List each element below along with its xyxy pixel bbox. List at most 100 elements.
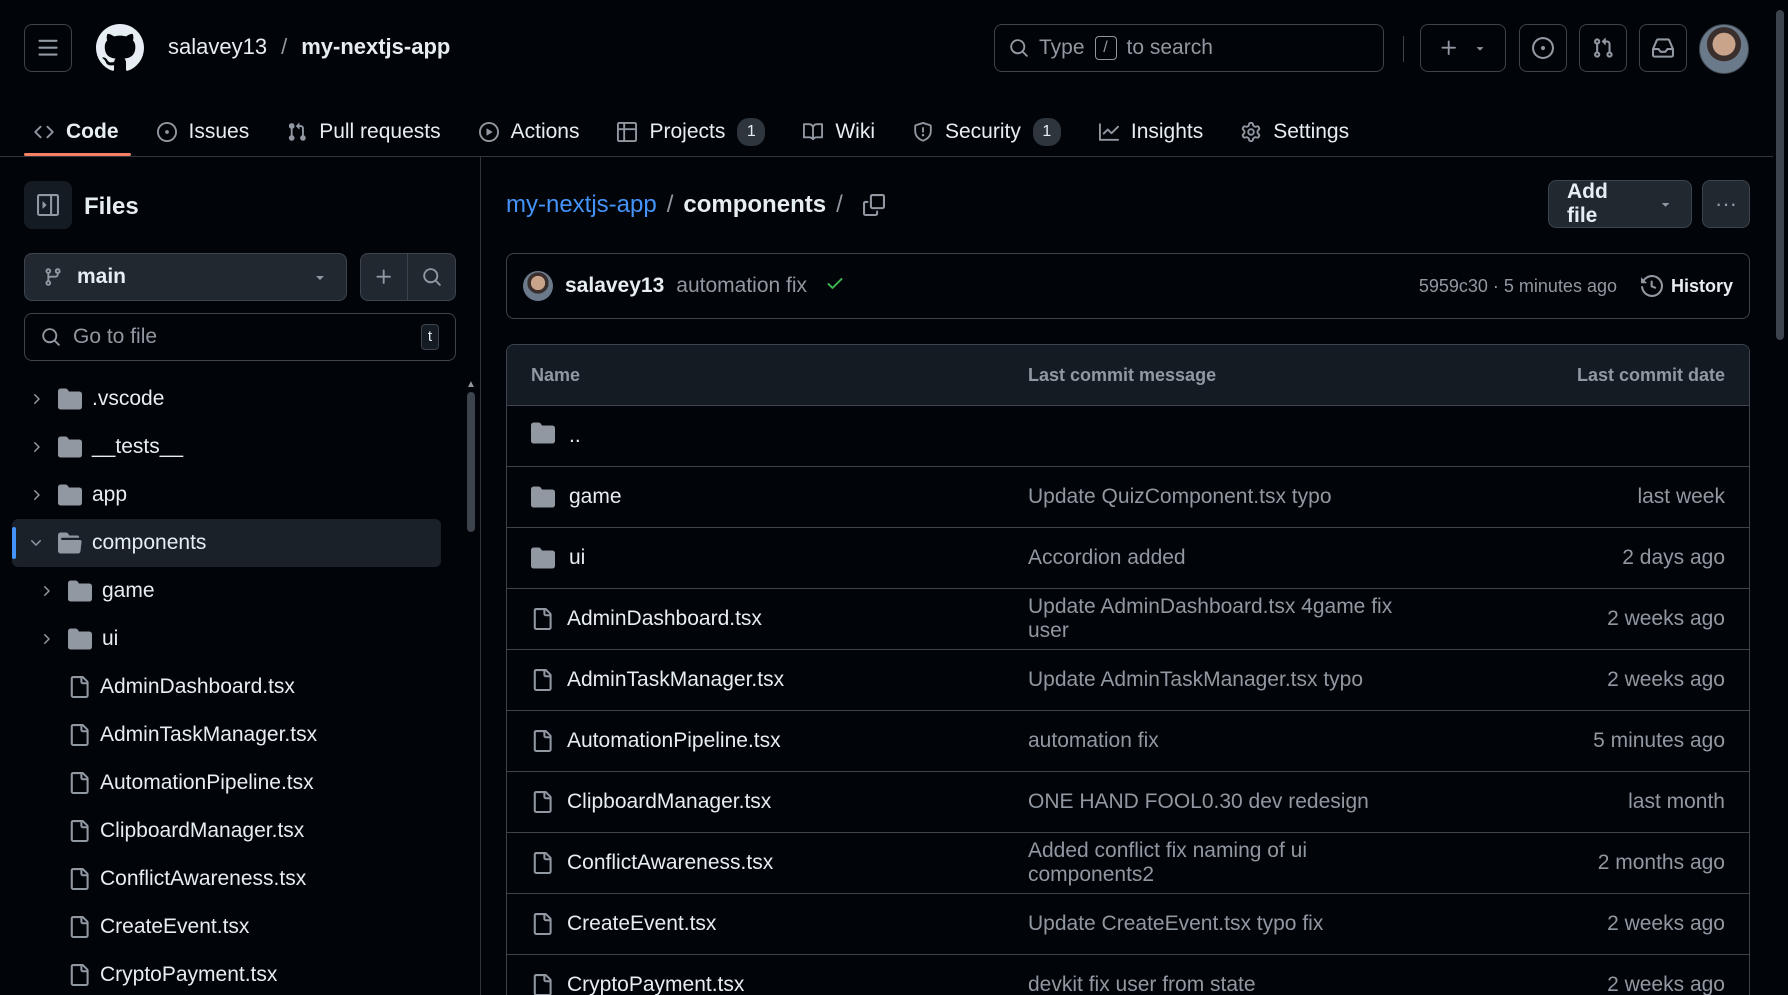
tree-folder-item[interactable]: .vscode: [0, 375, 460, 423]
tree-file-item[interactable]: CreateEvent.tsx: [0, 903, 460, 951]
commit-message-link[interactable]: Update QuizComponent.tsx typo: [1028, 485, 1425, 509]
collapse-sidebar-button[interactable]: [24, 181, 72, 229]
page-scrollbar-thumb[interactable]: [1776, 10, 1784, 340]
commit-message-link[interactable]: Added conflict fix naming of ui componen…: [1028, 839, 1425, 887]
kebab-horizontal-icon: ···: [1715, 191, 1737, 216]
history-button[interactable]: History: [1640, 275, 1733, 297]
file-icon: [531, 974, 553, 995]
row-name-cell: ClipboardManager.tsx: [531, 790, 1028, 814]
file-link[interactable]: ConflictAwareness.tsx: [567, 851, 773, 875]
file-link[interactable]: AdminTaskManager.tsx: [567, 668, 784, 692]
tree-action-buttons: [360, 253, 456, 301]
tree-item-label: CryptoPayment.tsx: [100, 963, 278, 986]
table-row: AutomationPipeline.tsx automation fix 5 mi…: [507, 711, 1749, 772]
tab-wiki[interactable]: Wiki: [803, 100, 875, 156]
commit-message-link[interactable]: Update CreateEvent.tsx typo fix: [1028, 912, 1425, 936]
search-input[interactable]: Type / to search: [994, 24, 1384, 72]
row-name-cell: AutomationPipeline.tsx: [531, 729, 1028, 753]
your-pull-requests-button[interactable]: [1579, 24, 1627, 72]
repo-owner-link[interactable]: salavey13: [168, 34, 267, 60]
tab-pull-requests[interactable]: Pull requests: [287, 100, 441, 156]
parent-directory-row[interactable]: ..: [507, 406, 1749, 467]
chevron-right-icon[interactable]: [26, 487, 46, 503]
tree-folder-item[interactable]: components: [12, 519, 441, 567]
tab-insights[interactable]: Insights: [1098, 100, 1204, 156]
add-file-icon-button[interactable]: [361, 254, 409, 300]
issue-opened-icon: [1532, 37, 1554, 59]
file-link[interactable]: AdminDashboard.tsx: [567, 607, 762, 631]
menu-button[interactable]: [24, 24, 72, 72]
user-avatar[interactable]: [1699, 24, 1749, 74]
search-icon: [1010, 39, 1028, 57]
chevron-right-icon[interactable]: [26, 439, 46, 455]
file-icon: [68, 724, 90, 746]
tree-folder-item[interactable]: ui: [0, 615, 460, 663]
commit-hash-and-time[interactable]: 5959c30 · 5 minutes ago: [1419, 276, 1617, 297]
folder-link[interactable]: ui: [569, 546, 585, 570]
tree-folder-item[interactable]: app: [0, 471, 460, 519]
breadcrumb-repo-link[interactable]: my-nextjs-app: [506, 191, 657, 219]
go-to-file-input[interactable]: Go to file t: [24, 313, 456, 361]
branch-selector[interactable]: main: [24, 253, 347, 301]
page-scrollbar[interactable]: [1773, 0, 1788, 995]
commit-message-link[interactable]: ONE HAND FOOL0.30 dev redesign: [1028, 790, 1425, 814]
notifications-button[interactable]: [1639, 24, 1687, 72]
search-files-button[interactable]: [408, 254, 455, 300]
chevron-right-icon[interactable]: [36, 631, 56, 647]
commit-date: 5 minutes ago: [1593, 729, 1725, 752]
tree-folder-item[interactable]: __tests__: [0, 423, 460, 471]
tree-file-item[interactable]: ClipboardManager.tsx: [0, 807, 460, 855]
tree-file-item[interactable]: AdminTaskManager.tsx: [0, 711, 460, 759]
tree-folder-item[interactable]: game: [0, 567, 460, 615]
folder-link[interactable]: game: [569, 485, 622, 509]
commit-message[interactable]: automation fix: [676, 274, 807, 298]
scroll-up-arrow-icon[interactable]: ▲: [466, 379, 476, 390]
inbox-icon: [1652, 38, 1674, 58]
chevron-right-icon[interactable]: [26, 391, 46, 407]
tab-actions[interactable]: Actions: [478, 100, 579, 156]
repo-name-link[interactable]: my-nextjs-app: [301, 34, 450, 60]
more-options-button[interactable]: ···: [1702, 180, 1750, 228]
commit-message-link[interactable]: Update AdminDashboard.tsx 4game fix user: [1028, 595, 1425, 643]
tab-security[interactable]: Security 1: [913, 100, 1061, 156]
tree-scrollbar-thumb[interactable]: [467, 392, 475, 532]
tree-file-item[interactable]: ConflictAwareness.tsx: [0, 855, 460, 903]
file-link[interactable]: CryptoPayment.tsx: [567, 973, 744, 995]
history-label: History: [1670, 275, 1733, 296]
parent-directory-link[interactable]: ..: [569, 424, 581, 448]
tab-insights-label: Insights: [1130, 120, 1204, 143]
github-logo-icon[interactable]: [95, 24, 144, 72]
code-icon: [34, 122, 54, 142]
tab-issues[interactable]: Issues: [156, 100, 249, 156]
chevron-right-icon[interactable]: [36, 583, 56, 599]
your-issues-button[interactable]: [1519, 24, 1567, 72]
tab-code[interactable]: Code: [24, 100, 130, 156]
tree-file-item[interactable]: AutomationPipeline.tsx: [0, 759, 460, 807]
file-link[interactable]: ClipboardManager.tsx: [567, 790, 771, 814]
chevron-down-icon[interactable]: [26, 535, 46, 551]
tree-item-label: ClipboardManager.tsx: [100, 819, 305, 842]
git-pull-request-icon: [1594, 37, 1613, 58]
commit-message-link[interactable]: devkit fix user from state: [1028, 973, 1425, 995]
tab-settings-label: Settings: [1273, 120, 1350, 143]
table-row: AdminDashboard.tsx Update AdminDashboard.…: [507, 589, 1749, 650]
tree-item-label: app: [92, 483, 128, 506]
create-new-button[interactable]: [1420, 24, 1506, 72]
add-file-button[interactable]: Add file: [1548, 180, 1692, 228]
tab-projects[interactable]: Projects 1: [617, 100, 766, 156]
copy-path-icon[interactable]: [862, 194, 885, 216]
folder-icon: [68, 627, 92, 651]
file-link[interactable]: AutomationPipeline.tsx: [567, 729, 781, 753]
folder-icon: [531, 421, 555, 451]
tree-file-item[interactable]: AdminDashboard.tsx: [0, 663, 460, 711]
file-link[interactable]: CreateEvent.tsx: [567, 912, 716, 936]
tree-file-item[interactable]: CryptoPayment.tsx: [0, 951, 460, 995]
commit-date: 2 weeks ago: [1607, 912, 1725, 935]
commit-message-link[interactable]: Accordion added: [1028, 546, 1425, 570]
commit-message-link[interactable]: automation fix: [1028, 729, 1425, 753]
commit-message-link[interactable]: Update AdminTaskManager.tsx typo: [1028, 668, 1425, 692]
commit-author[interactable]: salavey13: [565, 274, 664, 298]
check-icon[interactable]: [825, 273, 845, 299]
tab-settings[interactable]: Settings: [1241, 100, 1349, 156]
commit-author-avatar[interactable]: [523, 271, 553, 301]
